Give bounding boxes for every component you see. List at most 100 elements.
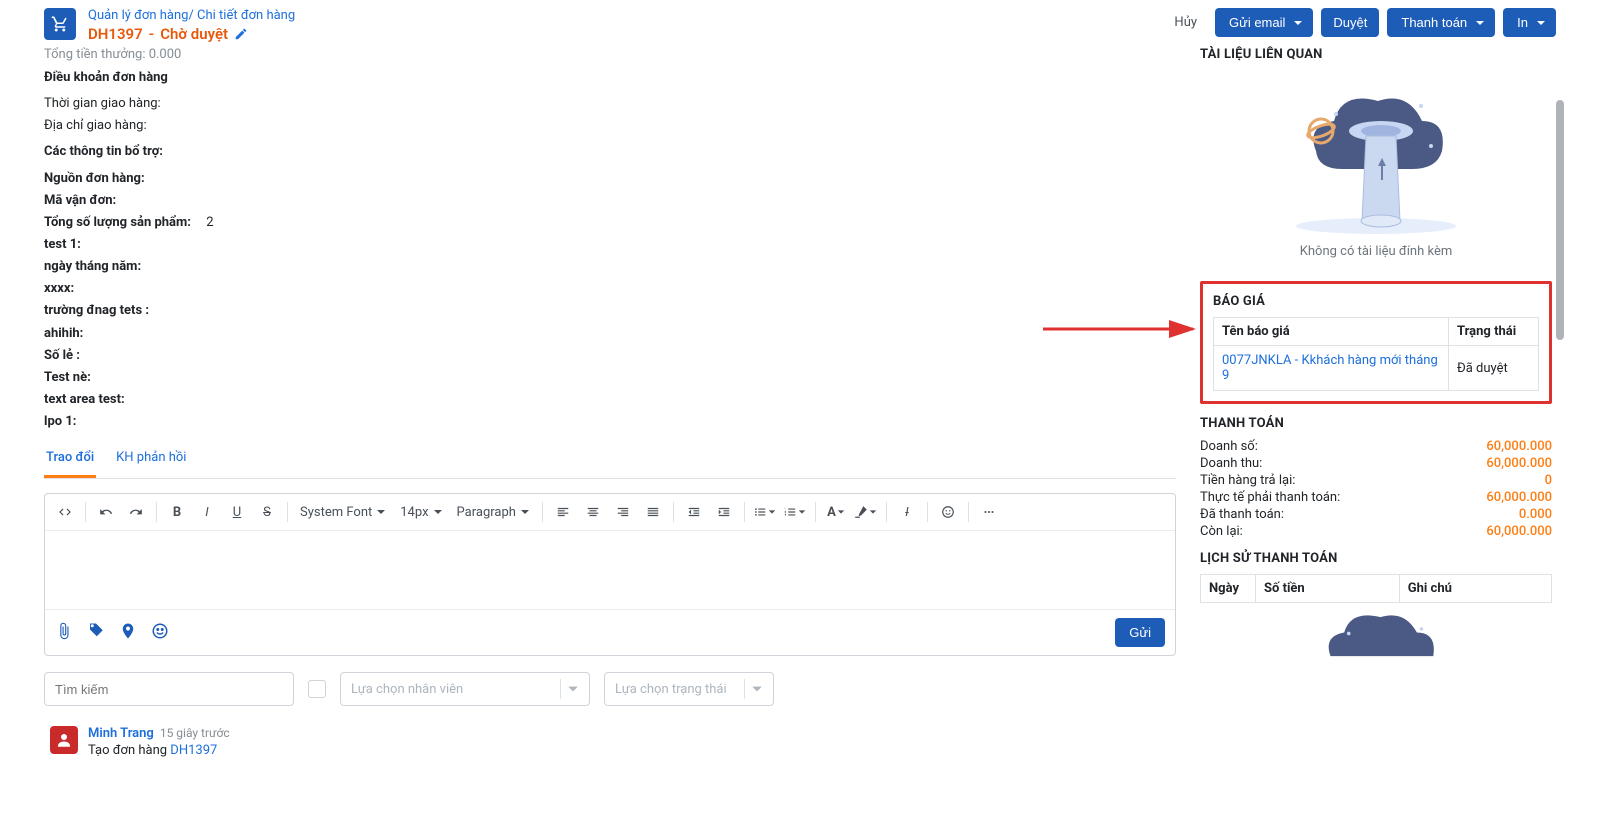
clear-format-icon[interactable]: I — [893, 498, 921, 526]
quote-title: BÁO GIÁ — [1213, 294, 1539, 309]
date-row: ngày tháng năm: — [44, 257, 1176, 277]
activity-order-link[interactable]: DH1397 — [170, 743, 217, 758]
quote-table: Tên báo giáTrạng thái 0077JNKLA - Kkhách… — [1213, 317, 1539, 391]
extra-title: Các thông tin bổ trợ: — [44, 142, 1176, 162]
para-select[interactable]: Paragraph — [451, 498, 536, 526]
code-icon[interactable] — [51, 498, 79, 526]
delivery-addr-row: Địa chỉ giao hàng: — [44, 116, 1176, 136]
testne-row: Test nè: — [44, 368, 1176, 388]
hist-col-note: Ghi chú — [1399, 575, 1551, 603]
caret-down-icon — [1536, 18, 1546, 28]
tracking-row: Mã vận đơn: — [44, 191, 1176, 211]
ol-icon[interactable] — [781, 498, 809, 526]
order-status: Chờ duyệt — [160, 25, 228, 43]
status-select[interactable]: Lựa chọn trạng thái — [604, 672, 774, 706]
tab-exchange[interactable]: Trao đổi — [44, 442, 96, 478]
print-button[interactable]: In — [1503, 8, 1556, 37]
breadcrumb-link-2[interactable]: Chi tiết đơn hàng — [197, 8, 295, 23]
tag-icon[interactable] — [87, 622, 105, 644]
source-row: Nguồn đơn hàng: — [44, 169, 1176, 189]
text-color-icon[interactable]: A — [822, 498, 850, 526]
search-input[interactable] — [44, 672, 294, 706]
docs-empty: Không có tài liệu đính kèm — [1200, 70, 1552, 269]
docs-title: TÀI LIỆU LIÊN QUAN — [1200, 47, 1552, 62]
payment-title: THANH TOÁN — [1200, 416, 1552, 431]
edit-icon[interactable] — [234, 27, 248, 41]
hist-col-date: Ngày — [1201, 575, 1256, 603]
activity-item: Minh Trang 15 giây trước Tạo đơn hàng DH1… — [44, 724, 1176, 760]
align-right-icon[interactable] — [609, 498, 637, 526]
quote-link[interactable]: 0077JNKLA - Kkhách hàng mới tháng 9 — [1214, 346, 1449, 391]
undo-icon[interactable] — [92, 498, 120, 526]
delivery-time-row: Thời gian giao hàng: — [44, 94, 1176, 114]
payment-row: Doanh số:60,000.000 — [1200, 439, 1552, 454]
terms-title: Điều khoản đơn hàng — [44, 68, 1176, 88]
highlight-icon[interactable] — [852, 498, 880, 526]
email-button[interactable]: Gửi email — [1215, 8, 1313, 37]
align-justify-icon[interactable] — [639, 498, 667, 526]
textarea-row: text area test: — [44, 390, 1176, 410]
test1-row: test 1: — [44, 235, 1176, 255]
empty-illustration-icon — [1266, 76, 1486, 236]
quote-col-status: Trạng thái — [1449, 318, 1539, 346]
caret-down-icon — [1475, 18, 1485, 28]
hist-col-amount: Số tiền — [1256, 575, 1400, 603]
lpo-row: lpo 1: — [44, 412, 1176, 432]
quote-col-name: Tên báo giá — [1214, 318, 1449, 346]
history-title: LỊCH SỬ THANH TOÁN — [1200, 551, 1552, 566]
caret-down-icon — [1293, 18, 1303, 28]
smile-icon[interactable] — [151, 622, 169, 644]
bonus-line: Tổng tiền thưởng: 0.000 — [44, 47, 1176, 62]
indent-icon[interactable] — [710, 498, 738, 526]
filter-checkbox[interactable] — [308, 680, 326, 698]
emoji-icon[interactable] — [934, 498, 962, 526]
activity-text: Tạo đơn hàng DH1397 — [88, 743, 230, 758]
history-table: NgàySố tiềnGhi chú — [1200, 574, 1552, 603]
xxxx-row: xxxx: — [44, 279, 1176, 299]
outdent-icon[interactable] — [680, 498, 708, 526]
cart-icon[interactable] — [44, 8, 76, 40]
quote-highlight-box: BÁO GIÁ Tên báo giáTrạng thái 0077JNKLA … — [1200, 281, 1552, 404]
ul-icon[interactable] — [751, 498, 779, 526]
rich-text-editor: B I U S System Font 14px Paragraph — [44, 493, 1176, 656]
payment-row: Đã thanh toán:0.000 — [1200, 507, 1552, 522]
qty-row: Tổng số lượng sản phẩm: 2 — [44, 213, 1176, 233]
italic-icon[interactable]: I — [193, 498, 221, 526]
align-left-icon[interactable] — [549, 498, 577, 526]
font-select[interactable]: System Font — [294, 498, 392, 526]
payment-row: Còn lại:60,000.000 — [1200, 524, 1552, 539]
cancel-button[interactable]: Hủy — [1164, 9, 1207, 36]
underline-icon[interactable]: U — [223, 498, 251, 526]
editor-content[interactable] — [45, 531, 1175, 609]
align-center-icon[interactable] — [579, 498, 607, 526]
approve-button[interactable]: Duyệt — [1321, 8, 1379, 37]
breadcrumb: Quản lý đơn hàng/ Chi tiết đơn hàng — [88, 8, 1164, 23]
scrollbar[interactable] — [1556, 70, 1564, 770]
quote-status: Đã duyệt — [1449, 346, 1539, 391]
truong-row: trường đnag tets : — [44, 301, 1176, 321]
pay-button[interactable]: Thanh toán — [1387, 8, 1495, 37]
annotation-arrow-icon — [1043, 314, 1203, 348]
avatar — [50, 726, 78, 754]
bold-icon[interactable]: B — [163, 498, 191, 526]
activity-user[interactable]: Minh Trang — [88, 726, 154, 741]
breadcrumb-link-1[interactable]: Quản lý đơn hàng — [88, 8, 188, 23]
more-icon[interactable] — [975, 498, 1003, 526]
activity-time: 15 giây trước — [160, 726, 230, 740]
empty-illustration-icon — [1276, 613, 1476, 663]
payment-row: Tiền hàng trả lại:0 — [1200, 473, 1552, 488]
payment-row: Doanh thu:60,000.000 — [1200, 456, 1552, 471]
redo-icon[interactable] — [122, 498, 150, 526]
page-title: DH1397 - Chờ duyệt — [88, 25, 1164, 43]
sole-row: Số lẻ : — [44, 346, 1176, 366]
send-button[interactable]: Gửi — [1115, 618, 1165, 647]
location-icon[interactable] — [119, 622, 137, 644]
attachment-icon[interactable] — [55, 622, 73, 644]
strike-icon[interactable]: S — [253, 498, 281, 526]
ahihih-row: ahihih: — [44, 324, 1176, 344]
tab-feedback[interactable]: KH phản hồi — [114, 442, 188, 478]
order-code: DH1397 — [88, 25, 143, 43]
employee-select[interactable]: Lựa chọn nhân viên — [340, 672, 590, 706]
size-select[interactable]: 14px — [394, 498, 448, 526]
payment-row: Thực tế phải thanh toán:60,000.000 — [1200, 490, 1552, 505]
